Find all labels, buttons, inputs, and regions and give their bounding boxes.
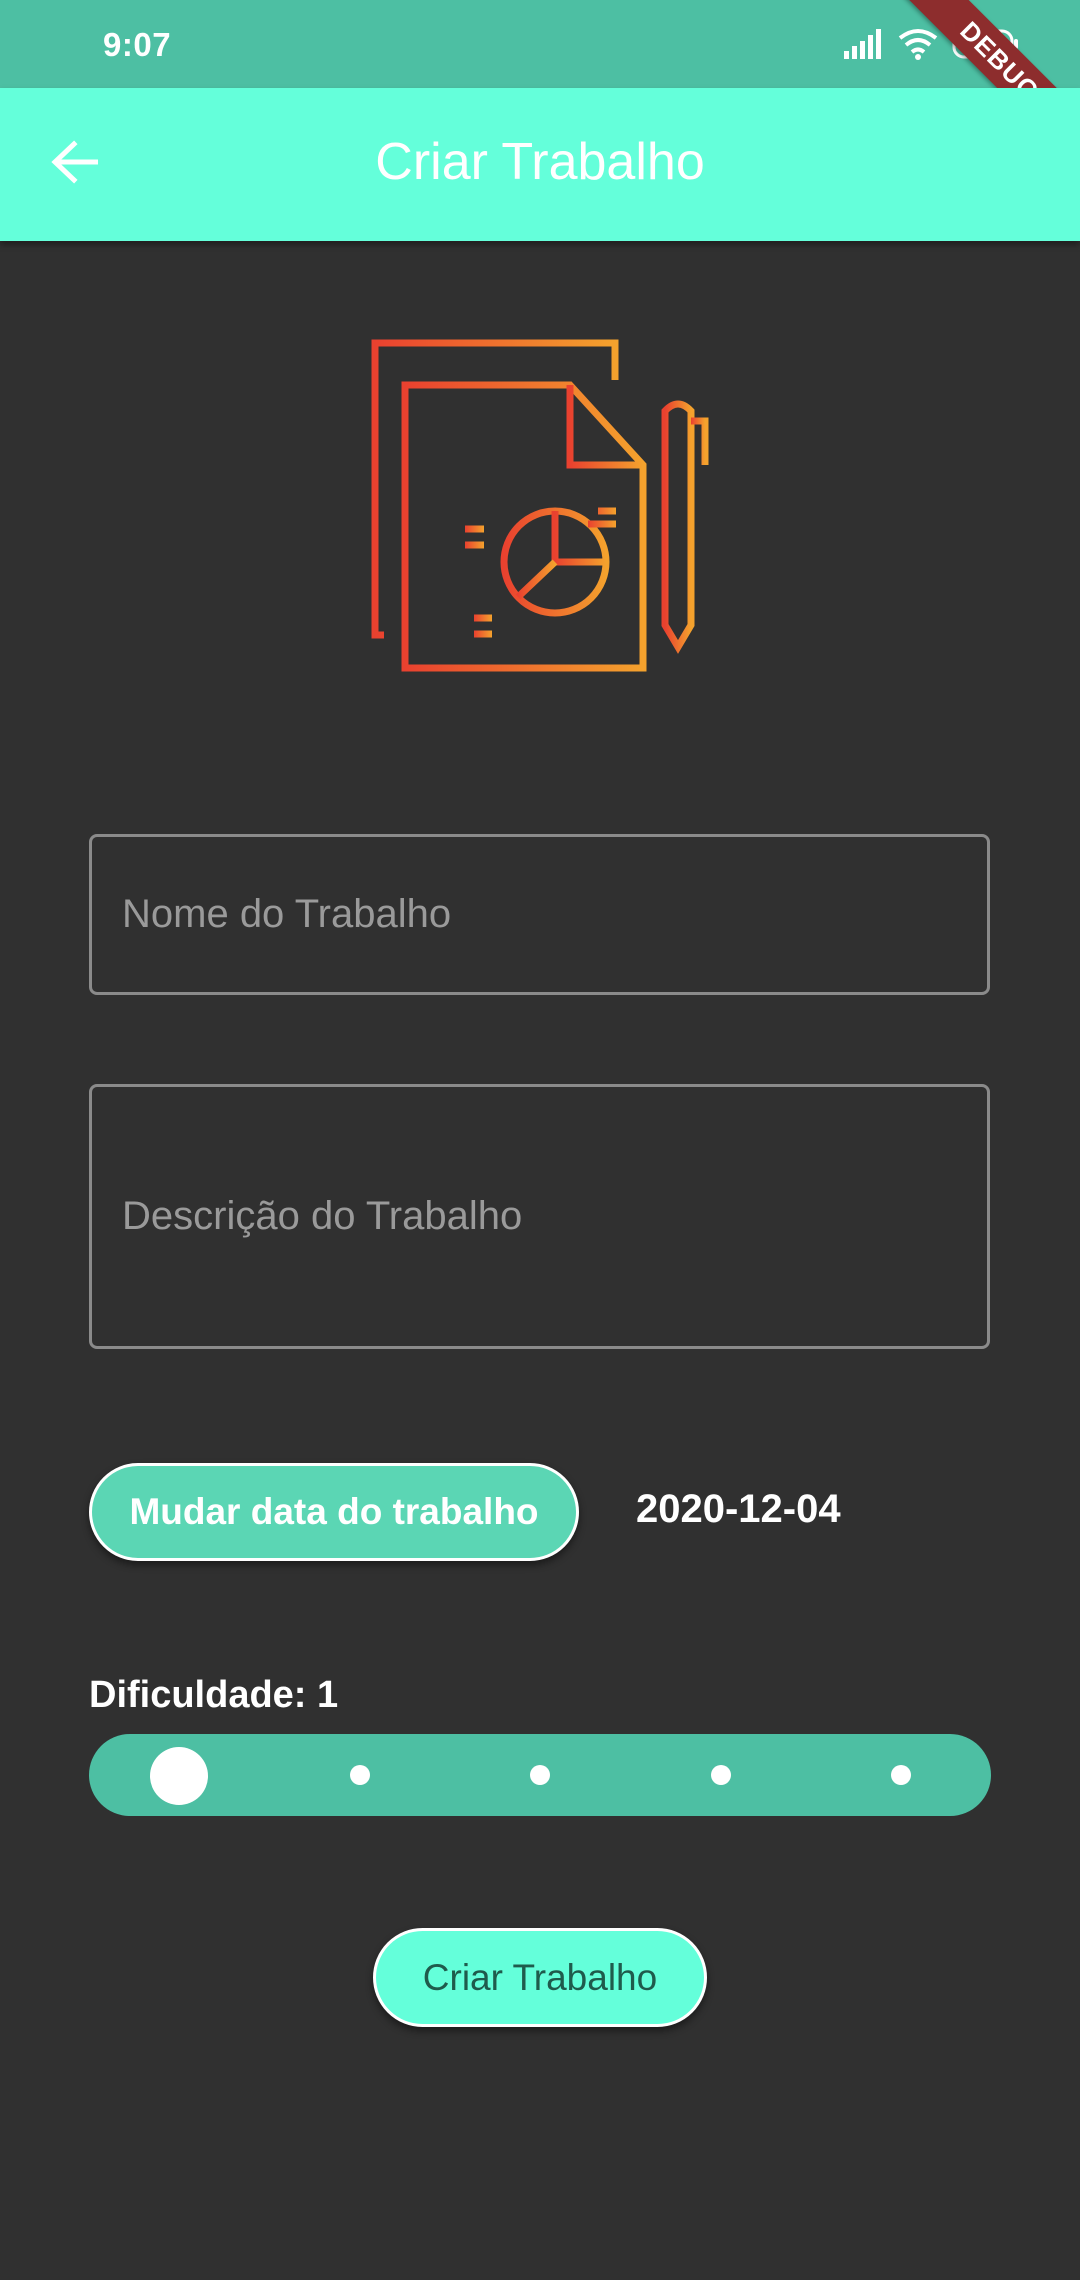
create-work-screen: 9:07 DEBUG Criar Trabalho Nome do Trabal… xyxy=(0,0,1080,2280)
change-date-button[interactable]: Mudar data do trabalho xyxy=(89,1463,579,1561)
signal-icon xyxy=(842,28,884,64)
document-chart-pen-icon xyxy=(370,335,710,675)
difficulty-slider[interactable] xyxy=(89,1734,991,1816)
work-name-input[interactable] xyxy=(89,834,990,995)
slider-thumb[interactable] xyxy=(150,1747,208,1805)
work-description-input[interactable] xyxy=(89,1084,990,1349)
page-title: Criar Trabalho xyxy=(375,133,705,191)
slider-step-dot xyxy=(530,1765,550,1785)
status-bar: 9:07 DEBUG xyxy=(0,0,1080,182)
difficulty-label: Dificuldade: 1 xyxy=(89,1674,339,1716)
slider-step-dot xyxy=(891,1765,911,1785)
slider-step-dot xyxy=(710,1765,731,1785)
status-time: 9:07 xyxy=(103,26,172,63)
app-bar: Criar Trabalho xyxy=(0,88,1080,241)
wifi-icon xyxy=(898,28,938,65)
slider-step-dot xyxy=(349,1765,370,1785)
selected-date: 2020-12-04 xyxy=(636,1487,841,1531)
create-work-button[interactable]: Criar Trabalho xyxy=(373,1928,707,2027)
